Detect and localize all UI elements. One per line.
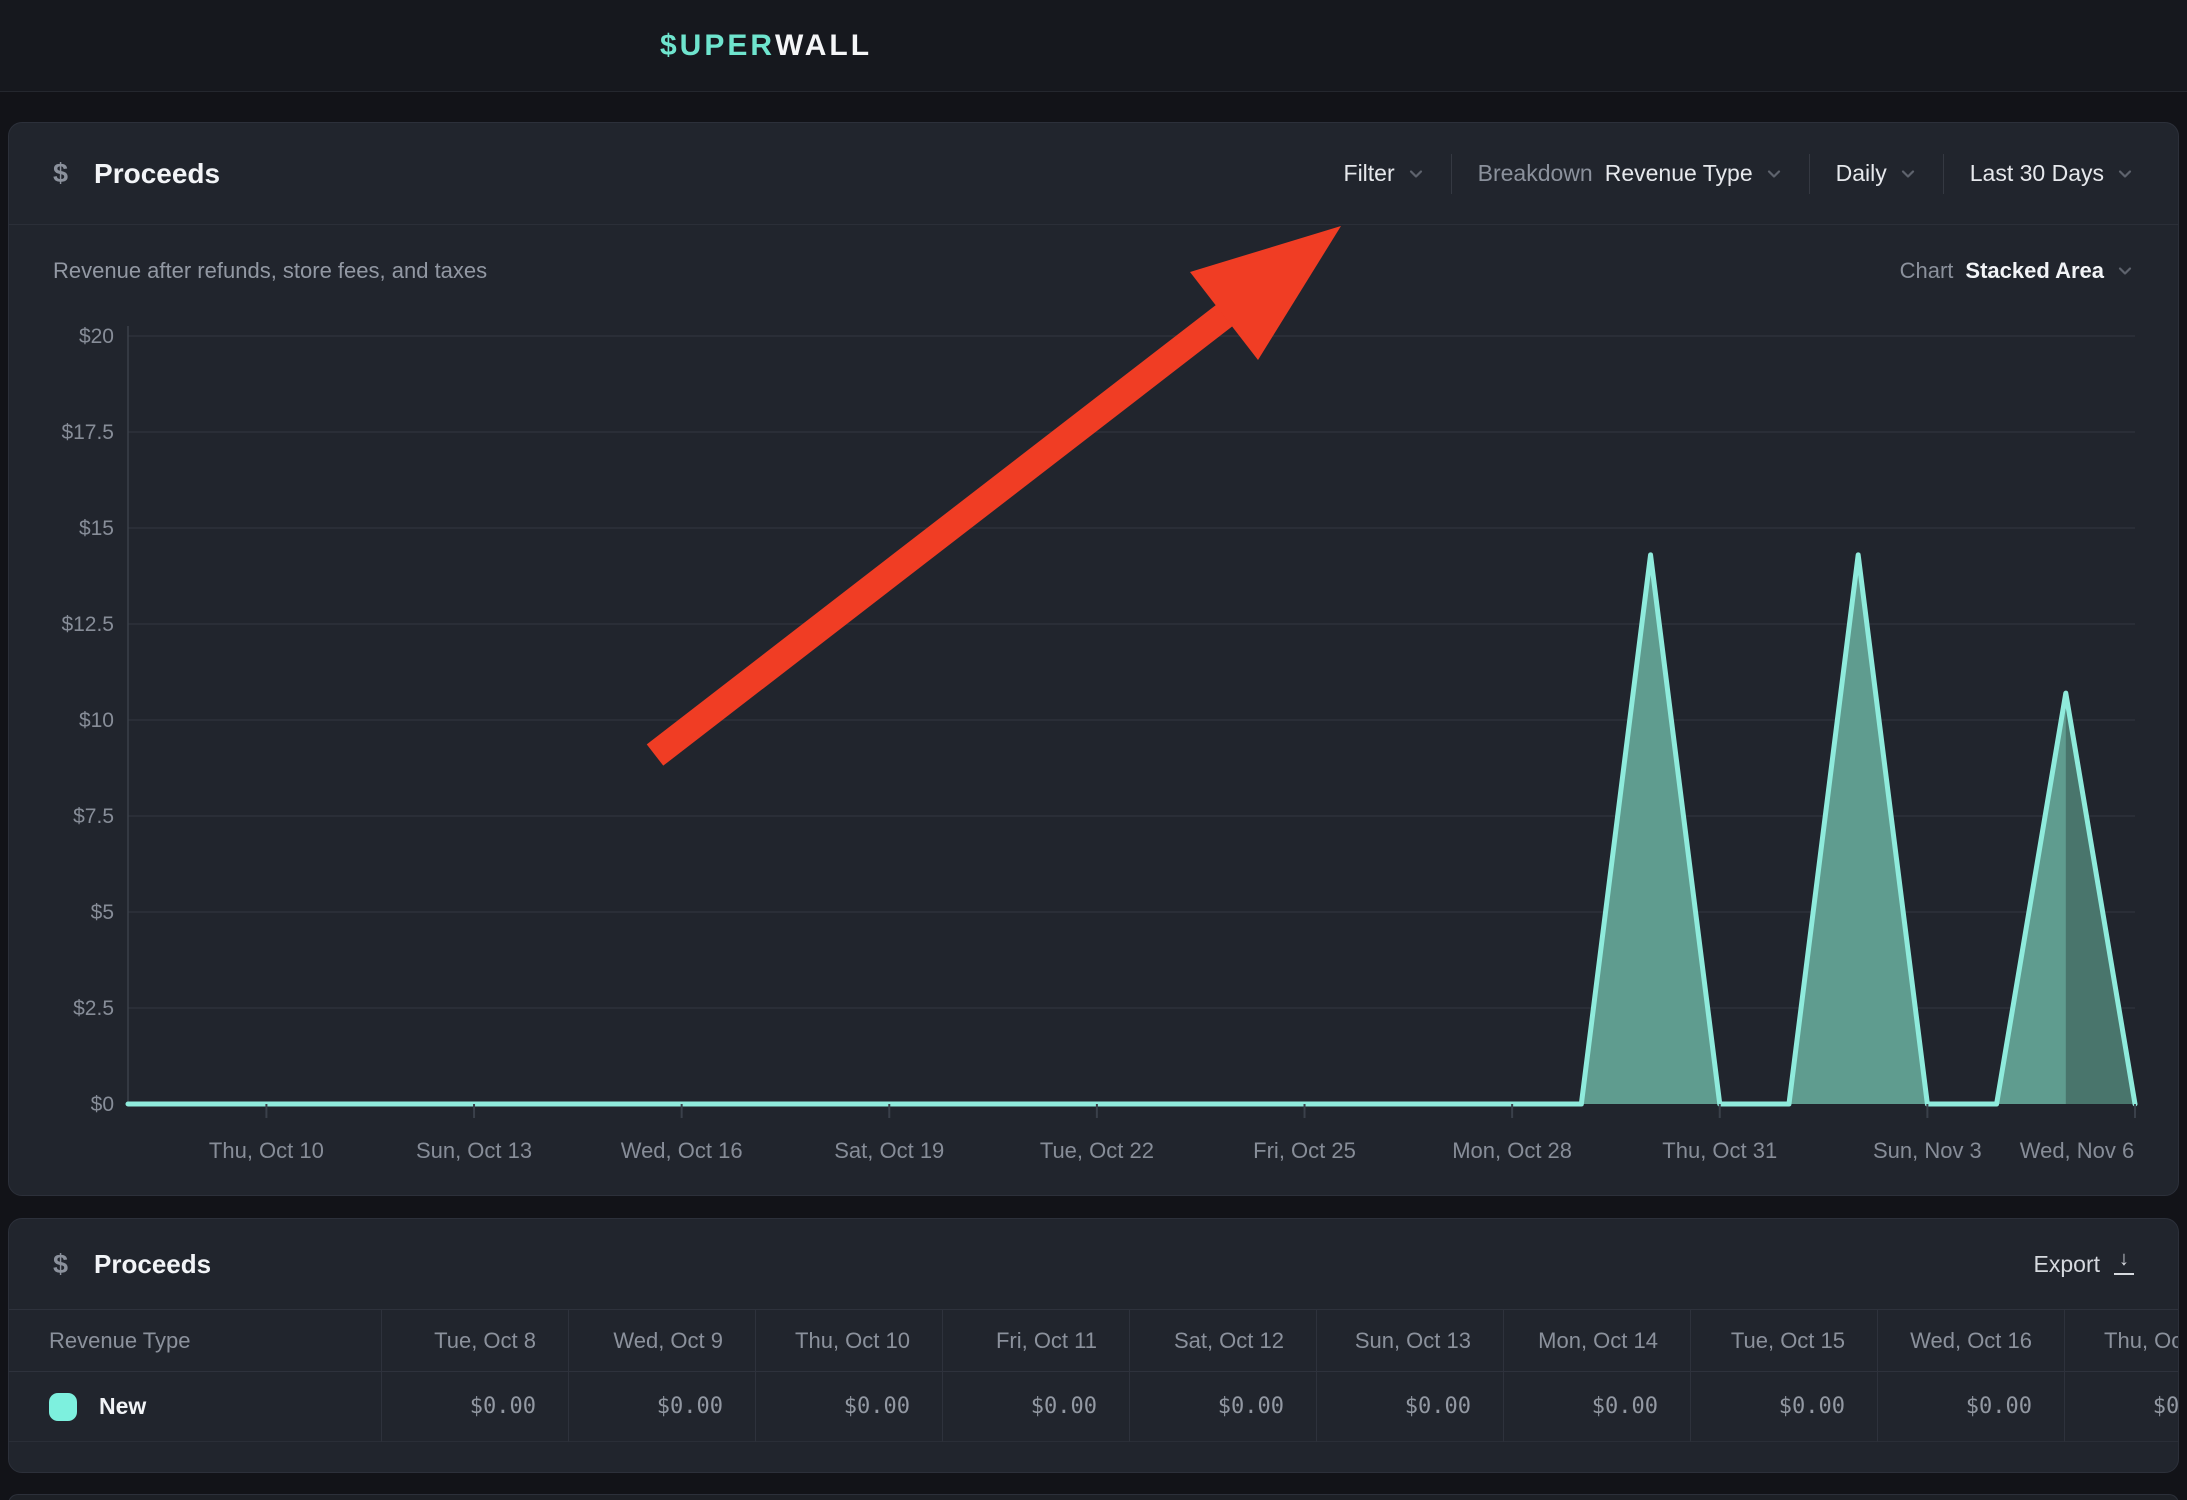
column-header: Fri, Oct 11 [942,1309,1129,1372]
x-axis-label: Tue, Oct 22 [1040,1138,1154,1163]
x-axis-label: Thu, Oct 31 [1662,1138,1777,1163]
column-header: Thu, Oct 17 [2064,1309,2179,1372]
logo-text-accent: $UPER [660,29,775,63]
x-axis-label: Sat, Oct 19 [834,1138,944,1163]
y-axis-label: $2.5 [73,997,114,1020]
table-data-row: New$0.00$0.00$0.00$0.00$0.00$0.00$0.00$0… [9,1372,2179,1442]
table-panel-title: Proceeds [94,1249,211,1280]
column-header: Mon, Oct 14 [1503,1309,1690,1372]
y-axis-label: $17.5 [61,421,114,444]
x-axis-label: Sun, Nov 3 [1873,1138,1982,1163]
next-panel-top-edge [8,1494,2179,1500]
top-navigation-bar: $UPERWALL [0,0,2187,92]
column-header: Sun, Oct 13 [1316,1309,1503,1372]
y-axis-label: $5 [91,901,114,924]
x-axis-label: Thu, Oct 10 [209,1138,324,1163]
value-cell: $0.00 [755,1372,942,1442]
partial-period-shading [2066,316,2135,1104]
column-header: Wed, Oct 16 [1877,1309,2064,1372]
export-button[interactable]: Export ↓ [2034,1251,2134,1278]
table-header-row: Revenue TypeTue, Oct 8Wed, Oct 9Thu, Oct… [9,1309,2179,1372]
value-cell: $0.00 [2064,1372,2179,1442]
column-header: Thu, Oct 10 [755,1309,942,1372]
y-axis-label: $7.5 [73,805,114,828]
y-axis-label: $10 [79,709,114,732]
proceeds-chart-panel: $ Proceeds Filter Breakdown Revenue Type… [8,122,2179,1196]
x-axis-label: Wed, Oct 16 [621,1138,743,1163]
column-header: Revenue Type [9,1309,381,1372]
proceeds-table-panel: $ Proceeds Export ↓ Revenue TypeTue, Oct… [8,1218,2179,1473]
x-axis-label: Sun, Oct 13 [416,1138,532,1163]
export-label: Export [2034,1251,2100,1278]
value-cell: $0.00 [1877,1372,2064,1442]
superwall-logo[interactable]: $UPERWALL [660,0,872,92]
logo-text: WALL [775,29,872,63]
value-cell: $0.00 [381,1372,568,1442]
y-axis-label: $0 [91,1093,114,1116]
column-header: Wed, Oct 9 [568,1309,755,1372]
column-header: Tue, Oct 8 [381,1309,568,1372]
value-cell: $0.00 [568,1372,755,1442]
y-axis-label: $20 [79,325,114,348]
table-panel-title-group: $ Proceeds [53,1249,211,1280]
series-name: New [99,1393,146,1420]
dollar-icon: $ [53,1249,68,1280]
value-cell: $0.00 [1129,1372,1316,1442]
column-header: Tue, Oct 15 [1690,1309,1877,1372]
x-axis-label: Wed, Nov 6 [2020,1138,2135,1163]
proceeds-table: Revenue TypeTue, Oct 8Wed, Oct 9Thu, Oct… [9,1309,2179,1442]
download-icon: ↓ [2114,1253,2134,1275]
y-axis-label: $12.5 [61,613,114,636]
x-axis-label: Mon, Oct 28 [1452,1138,1572,1163]
y-axis-label: $15 [79,517,114,540]
value-cell: $0.00 [1690,1372,1877,1442]
table-panel-header: $ Proceeds Export ↓ [9,1219,2178,1309]
value-cell: $0.00 [942,1372,1129,1442]
value-cell: $0.00 [1503,1372,1690,1442]
x-axis-label: Fri, Oct 25 [1253,1138,1356,1163]
area-series-fill [128,555,2135,1104]
column-header: Sat, Oct 12 [1129,1309,1316,1372]
value-cell: $0.00 [1316,1372,1503,1442]
series-name-cell: New [9,1372,381,1442]
series-swatch [49,1393,77,1421]
stacked-area-chart[interactable]: $0 $2.5 $5 $7.5 $10 $12.5 $15 $17.5 $20 Thu, Oct … [9,123,2180,1197]
